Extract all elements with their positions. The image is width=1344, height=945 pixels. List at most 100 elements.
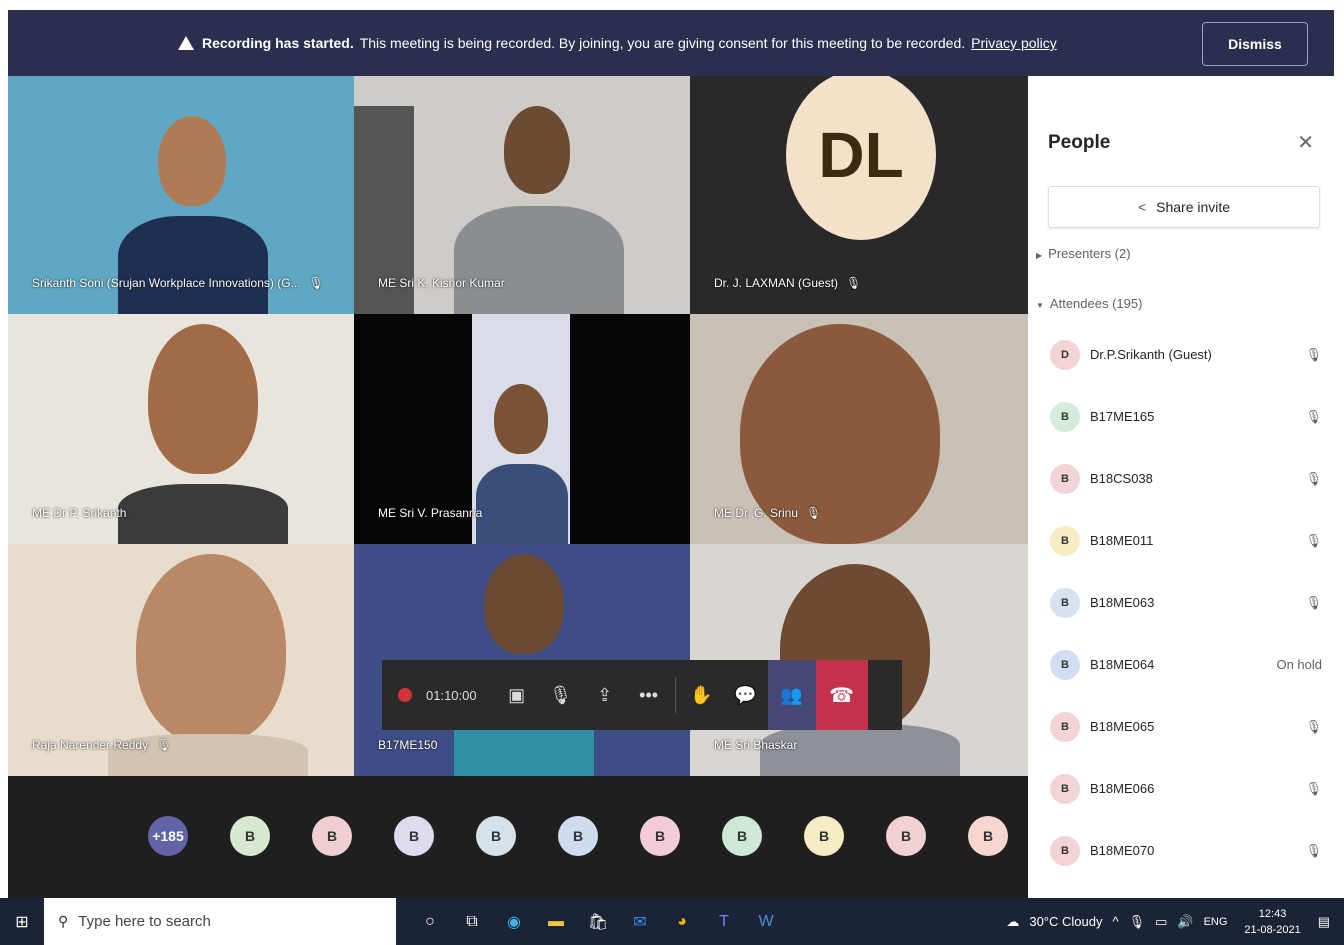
video-tile[interactable]: Raja Narender Reddy 🎙 [8,544,354,776]
mail-icon[interactable]: ✉ [620,898,660,945]
chevron-down-icon: ▼ [1036,301,1044,310]
video-stage: Srikanth Soni (Srujan Workplace Innovati… [8,76,1028,898]
privacy-policy-link[interactable]: Privacy policy [971,35,1057,51]
list-item[interactable]: B B18ME065 🎙 [1028,700,1344,762]
raise-hand-icon[interactable]: ✋ [680,660,724,730]
participant-video [136,554,286,744]
file-explorer-icon[interactable]: ▬ [536,898,576,945]
list-item[interactable]: D Dr.P.Srikanth (Guest) 🎙 [1028,328,1344,390]
video-tile[interactable]: ME Sri V. Prasanna [354,314,690,544]
language-indicator[interactable]: ENG [1204,916,1228,928]
video-tile[interactable]: ME Dr P. Srikanth [8,314,354,544]
weather-text[interactable]: 30°C Cloudy [1029,914,1102,929]
task-view-icon[interactable]: ⧉ [452,898,492,945]
on-hold-status: On hold [1276,657,1322,672]
participant-video [504,106,570,194]
camera-off-icon[interactable]: ▣ [495,660,539,730]
share-icon: < [1137,199,1147,215]
call-controls: 01:10:00 ▣ 🎙 ⇪ ••• ✋ 💬 👥 ☎ [382,660,902,730]
mic-off-icon[interactable]: 🎙 [539,660,583,730]
chevron-up-icon[interactable]: ^ [1112,914,1118,929]
close-icon[interactable]: ✕ [1297,130,1314,155]
avatar: B [1050,774,1080,804]
participant-name: B18ME011 [1090,533,1154,548]
tile-name: B17ME150 [378,738,438,752]
search-placeholder: Type here to search [78,913,211,930]
more-actions-icon[interactable]: ••• [627,660,671,730]
share-invite-button[interactable]: < Share invite [1048,186,1320,228]
mic-icon[interactable]: 🎙 [1129,914,1146,930]
timer-text: 01:10:00 [426,687,477,703]
participant-avatar[interactable]: B [230,816,270,856]
participant-avatar[interactable]: B [886,816,926,856]
list-item[interactable]: B B18ME066 🎙 [1028,762,1344,824]
list-item[interactable]: B B18ME011 🎙 [1028,514,1344,576]
mic-off-icon: 🎙 [1305,719,1322,734]
list-item[interactable]: B B17ME165 🎙 [1028,390,1344,452]
dismiss-button[interactable]: Dismiss [1202,22,1308,66]
system-tray: ☁ 30°C Cloudy ^ 🎙 ▭ 🔊 ENG 12:43 21-08-20… [1001,898,1344,945]
list-item[interactable]: B B18CS038 🎙 [1028,452,1344,514]
participant-avatar[interactable]: B [804,816,844,856]
mic-off-icon: 🎙 [1305,781,1322,796]
participant-avatar[interactable]: B [394,816,434,856]
chat-icon[interactable]: 💬 [724,660,768,730]
video-tile[interactable]: ME Dr. G. Srinu 🎙 [690,314,1028,544]
participant-avatar[interactable]: B [640,816,680,856]
participant-avatar[interactable]: B [722,816,762,856]
list-item[interactable]: B B18ME070 🎙 [1028,824,1344,886]
tile-name: ME Dr. G. Srinu [714,506,799,520]
participant-avatar[interactable]: B [312,816,352,856]
weather-icon[interactable]: ☁ [1006,914,1019,930]
attendees-section[interactable]: ▼ Attendees (195) [1036,296,1142,311]
notification-icon[interactable]: ▤ [1318,914,1330,930]
participant-avatar[interactable]: B [968,816,1008,856]
volume-icon[interactable]: 🔊 [1177,914,1193,930]
tile-name: Dr. J. LAXMAN (Guest) [714,276,839,290]
chrome-icon[interactable]: ◕ [662,898,702,945]
avatar: B [1050,712,1080,742]
participant-avatar: DL [786,76,936,240]
recording-bold-text: Recording has started. [202,35,354,51]
leave-call-icon[interactable]: ☎ [815,660,868,730]
share-invite-label: Share invite [1156,199,1231,215]
presenters-section[interactable]: ▶ Presenters (2) [1036,246,1131,261]
mic-off-icon: 🎙 [1305,409,1322,424]
clock[interactable]: 12:43 21-08-2021 [1244,906,1300,938]
overflow-count[interactable]: +185 [148,816,188,856]
search-icon: ⚲ [58,913,69,929]
participant-name: B18ME070 [1090,843,1155,858]
panel-title: People [1048,132,1111,153]
windows-start-icon[interactable]: ⊞ [0,898,44,945]
edge-icon[interactable]: ◉ [494,898,534,945]
share-screen-icon[interactable]: ⇪ [583,660,627,730]
video-tile[interactable]: Srikanth Soni (Srujan Workplace Innovati… [8,76,354,314]
tile-name: Srikanth Soni (Srujan Workplace Innovati… [32,276,301,290]
network-icon[interactable]: ▭ [1155,914,1167,930]
cortana-icon[interactable]: ○ [410,898,450,945]
participant-name: B18ME064 [1090,657,1155,672]
list-item[interactable]: B B18ME063 🎙 [1028,576,1344,638]
word-icon[interactable]: W [746,898,786,945]
mic-off-icon: 🎙 [156,738,172,752]
store-icon[interactable]: 🛍 [578,898,618,945]
avatar: D [1050,340,1080,370]
people-icon[interactable]: 👥 [767,660,816,730]
participant-avatar[interactable]: B [476,816,516,856]
participant-name: B18ME065 [1090,719,1155,734]
people-panel: People ✕ < Share invite ▶ Presenters (2) … [1028,76,1344,898]
participant-avatar[interactable]: B [558,816,598,856]
participant-name: B18ME063 [1090,595,1155,610]
search-input[interactable]: ⚲ Type here to search [44,898,396,945]
clock-time: 12:43 [1258,907,1287,920]
recording-banner: Recording has started. This meeting is b… [8,10,1334,76]
participant-video [484,554,564,654]
list-item[interactable]: B B18ME064 On hold [1028,638,1344,700]
recording-indicator-icon [398,688,412,702]
mic-off-icon: 🎙 [1305,471,1322,486]
video-tile[interactable]: ME Sri K. Kishor Kumar [354,76,690,314]
teams-icon[interactable]: T [704,898,744,945]
avatar: B [1050,836,1080,866]
participant-video [148,324,258,474]
video-tile[interactable]: DL Dr. J. LAXMAN (Guest) 🎙 [690,76,1028,314]
